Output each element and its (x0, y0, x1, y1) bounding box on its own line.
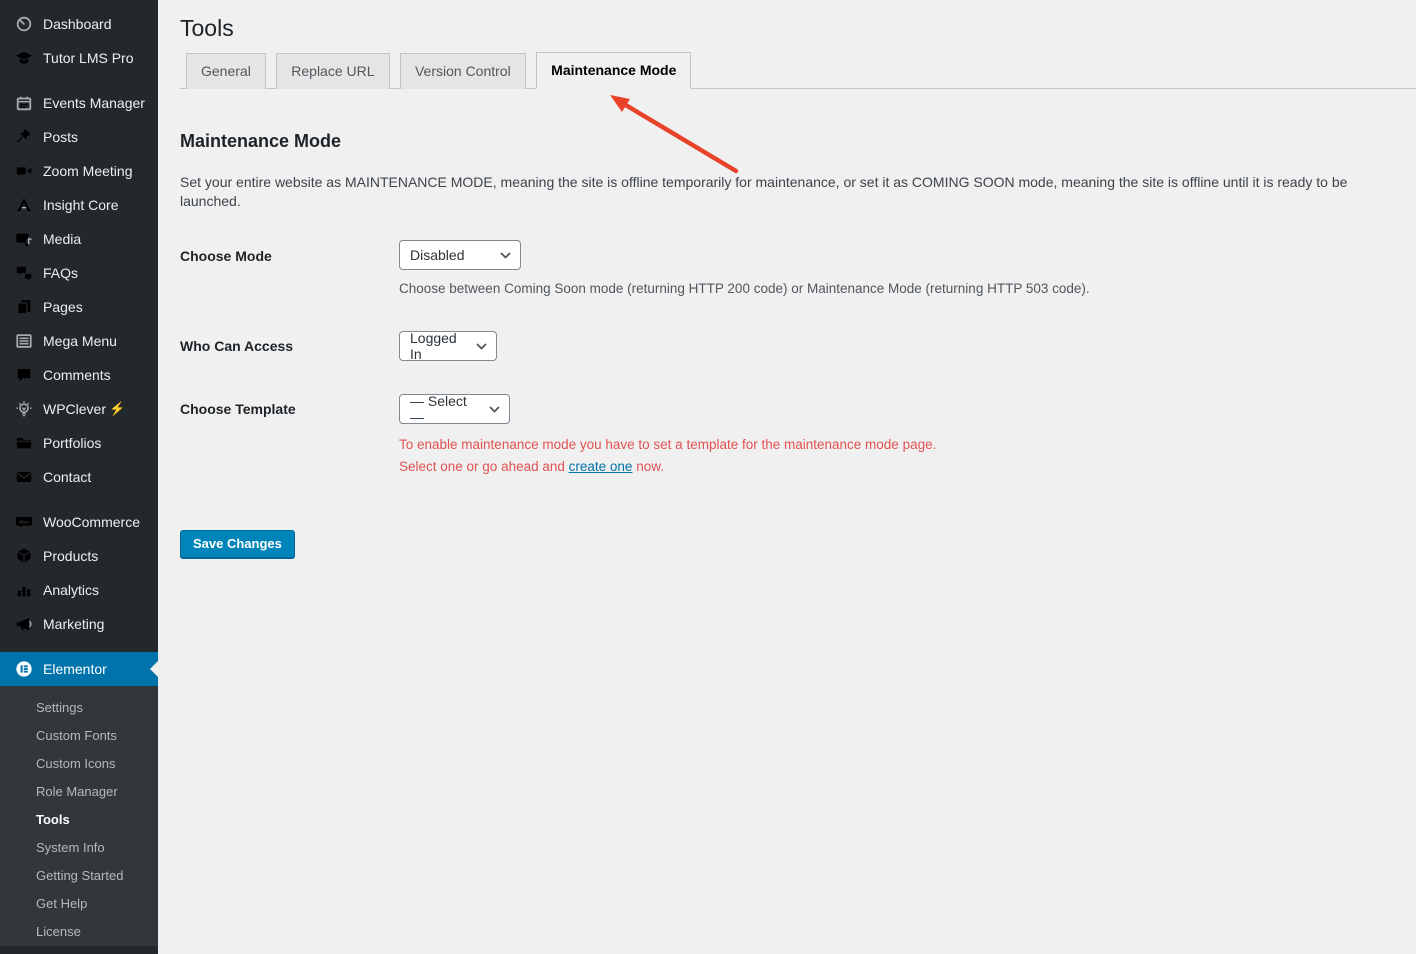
sidebar-item-pages[interactable]: Pages (0, 290, 158, 324)
sidebar-item-dashboard[interactable]: Dashboard (0, 7, 158, 41)
envelope-icon (14, 467, 34, 487)
who-can-access-value: Logged In (410, 330, 466, 362)
megaphone-icon (14, 614, 34, 634)
tab-bar: General Replace URL Version Control Main… (180, 52, 1416, 89)
page-title: Tools (180, 14, 1396, 43)
folder-icon (14, 433, 34, 453)
who-can-access-label: Who Can Access (180, 330, 399, 361)
submenu-item-settings[interactable]: Settings (0, 694, 158, 722)
create-one-link[interactable]: create one (569, 459, 633, 474)
admin-menu: Dashboard Tutor LMS Pro Events Manager P… (0, 0, 158, 946)
sidebar-item-insight-core[interactable]: Insight Core (0, 188, 158, 222)
maintenance-form: Choose Mode Disabled Choose between Comi… (180, 240, 1396, 478)
elementor-logo-icon (14, 659, 34, 679)
comment-bubble-icon (14, 365, 34, 385)
choose-template-value: — Select — (410, 393, 479, 425)
who-can-access-row: Who Can Access Logged In (180, 330, 1396, 361)
admin-sidebar: Dashboard Tutor LMS Pro Events Manager P… (0, 0, 158, 954)
sidebar-item-elementor[interactable]: Elementor (0, 652, 158, 686)
svg-text:Woo: Woo (19, 519, 29, 524)
media-icon (14, 229, 34, 249)
insight-core-logo-icon (14, 195, 34, 215)
choose-mode-value: Disabled (410, 247, 464, 263)
choose-mode-label: Choose Mode (180, 240, 399, 298)
choose-mode-field: Disabled Choose between Coming Soon mode… (399, 240, 1090, 298)
submenu-item-license[interactable]: License (0, 918, 158, 946)
submenu-item-get-help[interactable]: Get Help (0, 890, 158, 918)
cube-icon (14, 546, 34, 566)
section-description: Set your entire website as MAINTENANCE M… (180, 173, 1396, 211)
submenu-item-system-info[interactable]: System Info (0, 834, 158, 862)
chat-bubbles-icon (14, 263, 34, 283)
section-heading: Maintenance Mode (180, 131, 1396, 152)
choose-template-field: — Select — To enable maintenance mode yo… (399, 393, 936, 478)
chevron-down-icon (476, 343, 487, 350)
sidebar-item-analytics[interactable]: Analytics (0, 573, 158, 607)
elementor-submenu: Settings Custom Fonts Custom Icons Role … (0, 686, 158, 946)
sidebar-item-events-manager[interactable]: Events Manager (0, 86, 158, 120)
template-error-notice: To enable maintenance mode you have to s… (399, 434, 936, 478)
graduation-cap-icon (14, 48, 34, 68)
sidebar-item-faqs[interactable]: FAQs (0, 256, 158, 290)
main-content: Tools General Replace URL Version Contro… (158, 0, 1416, 954)
sidebar-item-wpclever[interactable]: WPClever ⚡ (0, 392, 158, 426)
bar-chart-icon (14, 580, 34, 600)
list-box-icon (14, 331, 34, 351)
sidebar-item-comments[interactable]: Comments (0, 358, 158, 392)
choose-mode-row: Choose Mode Disabled Choose between Comi… (180, 240, 1396, 298)
submenu-item-getting-started[interactable]: Getting Started (0, 862, 158, 890)
sidebar-item-products[interactable]: Products (0, 539, 158, 573)
template-error-line2: Select one or go ahead and create one no… (399, 456, 936, 478)
sidebar-item-posts[interactable]: Posts (0, 120, 158, 154)
pages-icon (14, 297, 34, 317)
chevron-down-icon (500, 252, 511, 259)
choose-mode-help: Choose between Coming Soon mode (returni… (399, 280, 1090, 298)
save-changes-button[interactable]: Save Changes (180, 530, 295, 558)
sidebar-item-marketing[interactable]: Marketing (0, 607, 158, 641)
submenu-item-role-manager[interactable]: Role Manager (0, 778, 158, 806)
tab-maintenance-mode[interactable]: Maintenance Mode (536, 52, 691, 89)
pushpin-icon (14, 127, 34, 147)
choose-template-label: Choose Template (180, 393, 399, 478)
lightning-icon: ⚡ (109, 401, 125, 417)
submenu-item-custom-fonts[interactable]: Custom Fonts (0, 722, 158, 750)
choose-template-select[interactable]: — Select — (399, 394, 510, 424)
who-can-access-field: Logged In (399, 330, 497, 361)
sidebar-item-portfolios[interactable]: Portfolios (0, 426, 158, 460)
tab-general[interactable]: General (186, 53, 266, 89)
sidebar-item-contact[interactable]: Contact (0, 460, 158, 494)
sidebar-item-media[interactable]: Media (0, 222, 158, 256)
sidebar-item-woocommerce[interactable]: Woo WooCommerce (0, 505, 158, 539)
chevron-down-icon (489, 406, 500, 413)
sidebar-item-tutor-lms-pro[interactable]: Tutor LMS Pro (0, 41, 158, 75)
video-camera-icon (14, 161, 34, 181)
sidebar-item-mega-menu[interactable]: Mega Menu (0, 324, 158, 358)
submenu-item-custom-icons[interactable]: Custom Icons (0, 750, 158, 778)
choose-template-row: Choose Template — Select — To enable mai… (180, 393, 1396, 478)
tab-replace-url[interactable]: Replace URL (276, 53, 389, 89)
choose-mode-select[interactable]: Disabled (399, 240, 521, 270)
dashboard-icon (14, 14, 34, 34)
who-can-access-select[interactable]: Logged In (399, 331, 497, 361)
template-error-line1: To enable maintenance mode you have to s… (399, 434, 936, 456)
submenu-item-tools[interactable]: Tools (0, 806, 158, 834)
calendar-icon (14, 93, 34, 113)
tab-version-control[interactable]: Version Control (400, 53, 526, 89)
woocommerce-icon: Woo (14, 512, 34, 532)
sidebar-item-zoom-meeting[interactable]: Zoom Meeting (0, 154, 158, 188)
lightbulb-icon (14, 399, 34, 419)
